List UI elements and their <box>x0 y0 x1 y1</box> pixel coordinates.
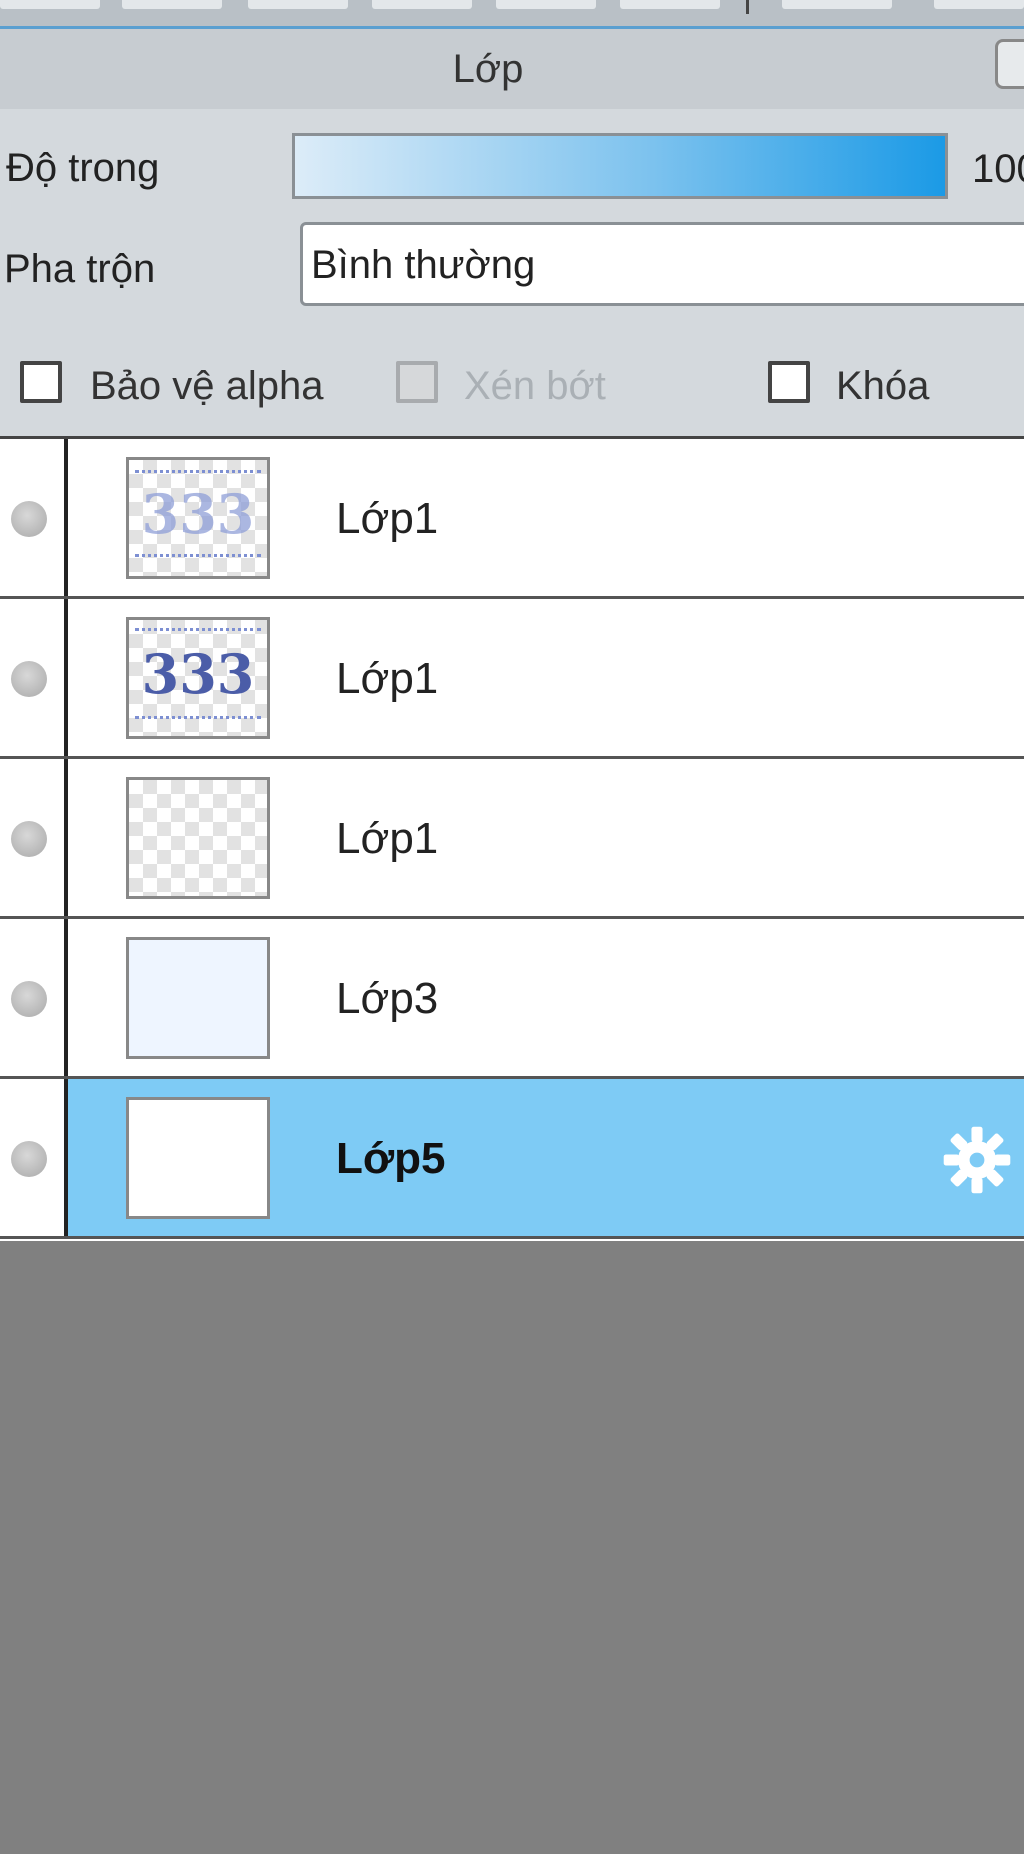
toolbar-tab[interactable] <box>934 0 1024 9</box>
clipping-label: Xén bớt <box>464 364 606 408</box>
panel-header: Lớp <box>0 29 1024 109</box>
layer-thumbnail: 333 <box>126 617 270 739</box>
visibility-dot-icon[interactable] <box>11 501 47 537</box>
blend-mode-value: Bình thường <box>311 243 536 287</box>
opacity-slider[interactable] <box>292 133 948 199</box>
layer-panel: Lớp Độ trong 100 Pha trộn Bình thường Bả… <box>0 29 1024 436</box>
layer-name: Lớp3 <box>336 974 439 1023</box>
thumbnail-decoration <box>135 716 261 727</box>
layer-row[interactable]: 333 Lớp1 <box>0 599 1024 759</box>
visibility-column <box>0 1079 68 1236</box>
layer-thumbnail <box>126 1097 270 1219</box>
layer-thumbnail <box>126 777 270 899</box>
layer-list: 333 Lớp1 333 Lớp1 Lớp1 Lớp3 Lớp5 <box>0 436 1024 1241</box>
layer-row[interactable]: Lớp1 <box>0 759 1024 919</box>
layer-row[interactable]: Lớp3 <box>0 919 1024 1079</box>
panel-title: Lớp <box>452 47 524 91</box>
visibility-column <box>0 439 68 596</box>
layer-row[interactable]: 333 Lớp1 <box>0 439 1024 599</box>
visibility-dot-icon[interactable] <box>11 661 47 697</box>
visibility-dot-icon[interactable] <box>11 1141 47 1177</box>
layer-name: Lớp5 <box>336 1134 446 1183</box>
layer-name: Lớp1 <box>336 494 439 543</box>
toolbar-tab[interactable] <box>248 0 348 9</box>
visibility-dot-icon[interactable] <box>11 821 47 857</box>
layer-row-selected[interactable]: Lớp5 <box>0 1079 1024 1239</box>
toolbar-tab[interactable] <box>372 0 472 9</box>
layer-thumbnail <box>126 937 270 1059</box>
blend-mode-select[interactable]: Bình thường <box>300 222 1024 306</box>
toolbar-separator <box>746 0 749 14</box>
protect-alpha-checkbox[interactable] <box>20 361 62 403</box>
top-toolbar <box>0 0 1024 29</box>
lock-label: Khóa <box>836 364 930 408</box>
layer-name: Lớp1 <box>336 654 439 703</box>
thumbnail-decoration <box>135 470 261 481</box>
visibility-column <box>0 759 68 916</box>
visibility-dot-icon[interactable] <box>11 981 47 1017</box>
blend-label: Pha trộn <box>4 247 156 291</box>
toolbar-tab[interactable] <box>0 0 100 9</box>
toolbar-tab[interactable] <box>496 0 596 9</box>
thumbnail-text: 333 <box>141 642 255 706</box>
layer-thumbnail: 333 <box>126 457 270 579</box>
thumbnail-decoration <box>135 554 261 565</box>
visibility-column <box>0 919 68 1076</box>
gear-icon[interactable] <box>940 1123 1014 1197</box>
toolbar-tab[interactable] <box>620 0 720 9</box>
thumbnail-text: 333 <box>141 482 255 546</box>
float-panel-button[interactable] <box>995 39 1024 89</box>
toolbar-tab[interactable] <box>122 0 222 9</box>
thumbnail-decoration <box>135 628 261 639</box>
clipping-checkbox[interactable] <box>396 361 438 403</box>
toolbar-tab[interactable] <box>782 0 892 9</box>
visibility-column <box>0 599 68 756</box>
opacity-value: 100 <box>972 147 1024 191</box>
lock-checkbox[interactable] <box>768 361 810 403</box>
layer-name: Lớp1 <box>336 814 439 863</box>
opacity-label: Độ trong <box>6 146 160 190</box>
protect-alpha-label: Bảo vệ alpha <box>90 364 324 408</box>
